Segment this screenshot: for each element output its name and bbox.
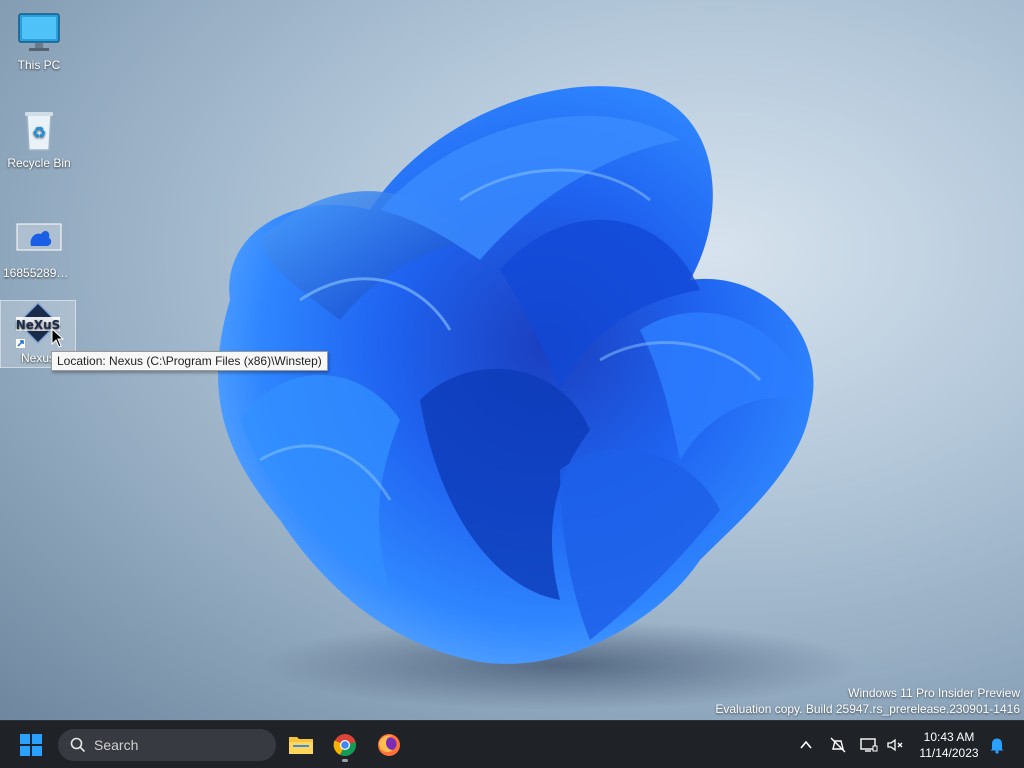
taskbar-chrome[interactable]	[325, 727, 365, 763]
start-button[interactable]	[14, 729, 48, 761]
desktop-icon-label: Recycle Bin	[7, 156, 71, 170]
image-file-icon	[15, 216, 63, 264]
search-icon	[70, 737, 86, 753]
desktop-icon-label: This PC	[17, 58, 61, 72]
firefox-icon	[378, 734, 400, 756]
tray-network-offline[interactable]	[826, 731, 850, 759]
desktop-icon-recycle-bin[interactable]: ♻ Recycle Bin	[1, 106, 77, 170]
taskbar: Search 10:43 AM 11/14/2023	[0, 720, 1024, 768]
folder-icon	[289, 737, 313, 754]
windows-logo-icon	[20, 734, 42, 756]
mouse-cursor-icon	[51, 328, 65, 348]
search-placeholder: Search	[94, 737, 139, 753]
desktop-icon-this-pc[interactable]: This PC	[1, 8, 77, 72]
watermark-build: Evaluation copy. Build 25947.rs_prerelea…	[715, 702, 1020, 716]
taskbar-file-explorer[interactable]	[281, 727, 321, 763]
clock-date: 11/14/2023	[919, 746, 979, 760]
desktop[interactable]: This PC ♻ Recycle Bin 1685528908_... NeX…	[0, 0, 1024, 720]
evaluation-watermark: Windows 11 Pro Insider Preview Evaluatio…	[715, 685, 1020, 717]
svg-text:♻: ♻	[32, 123, 46, 142]
bell-icon	[990, 738, 1004, 754]
display-icon	[860, 738, 878, 752]
clock-time: 10:43 AM	[923, 730, 975, 744]
taskbar-firefox[interactable]	[369, 727, 409, 763]
notification-center-button[interactable]	[985, 731, 1009, 759]
tray-volume[interactable]	[883, 731, 907, 759]
tray-display[interactable]	[857, 731, 881, 759]
chevron-up-icon	[800, 740, 812, 749]
recycle-bin-icon: ♻	[15, 106, 63, 154]
show-hidden-icons-button[interactable]	[794, 731, 818, 759]
search-input[interactable]: Search	[58, 729, 276, 761]
network-offline-icon	[830, 737, 846, 753]
chrome-icon	[333, 734, 356, 756]
tooltip: Location: Nexus (C:\Program Files (x86)\…	[51, 351, 328, 371]
running-indicator	[342, 759, 348, 762]
desktop-icon-image-file[interactable]: 1685528908_...	[1, 216, 77, 280]
desktop-icon-label: 1685528908_...	[3, 266, 77, 280]
watermark-edition: Windows 11 Pro Insider Preview	[848, 686, 1020, 700]
volume-muted-icon	[887, 738, 903, 752]
monitor-icon	[15, 8, 63, 56]
taskbar-clock[interactable]: 10:43 AM 11/14/2023	[914, 729, 984, 761]
